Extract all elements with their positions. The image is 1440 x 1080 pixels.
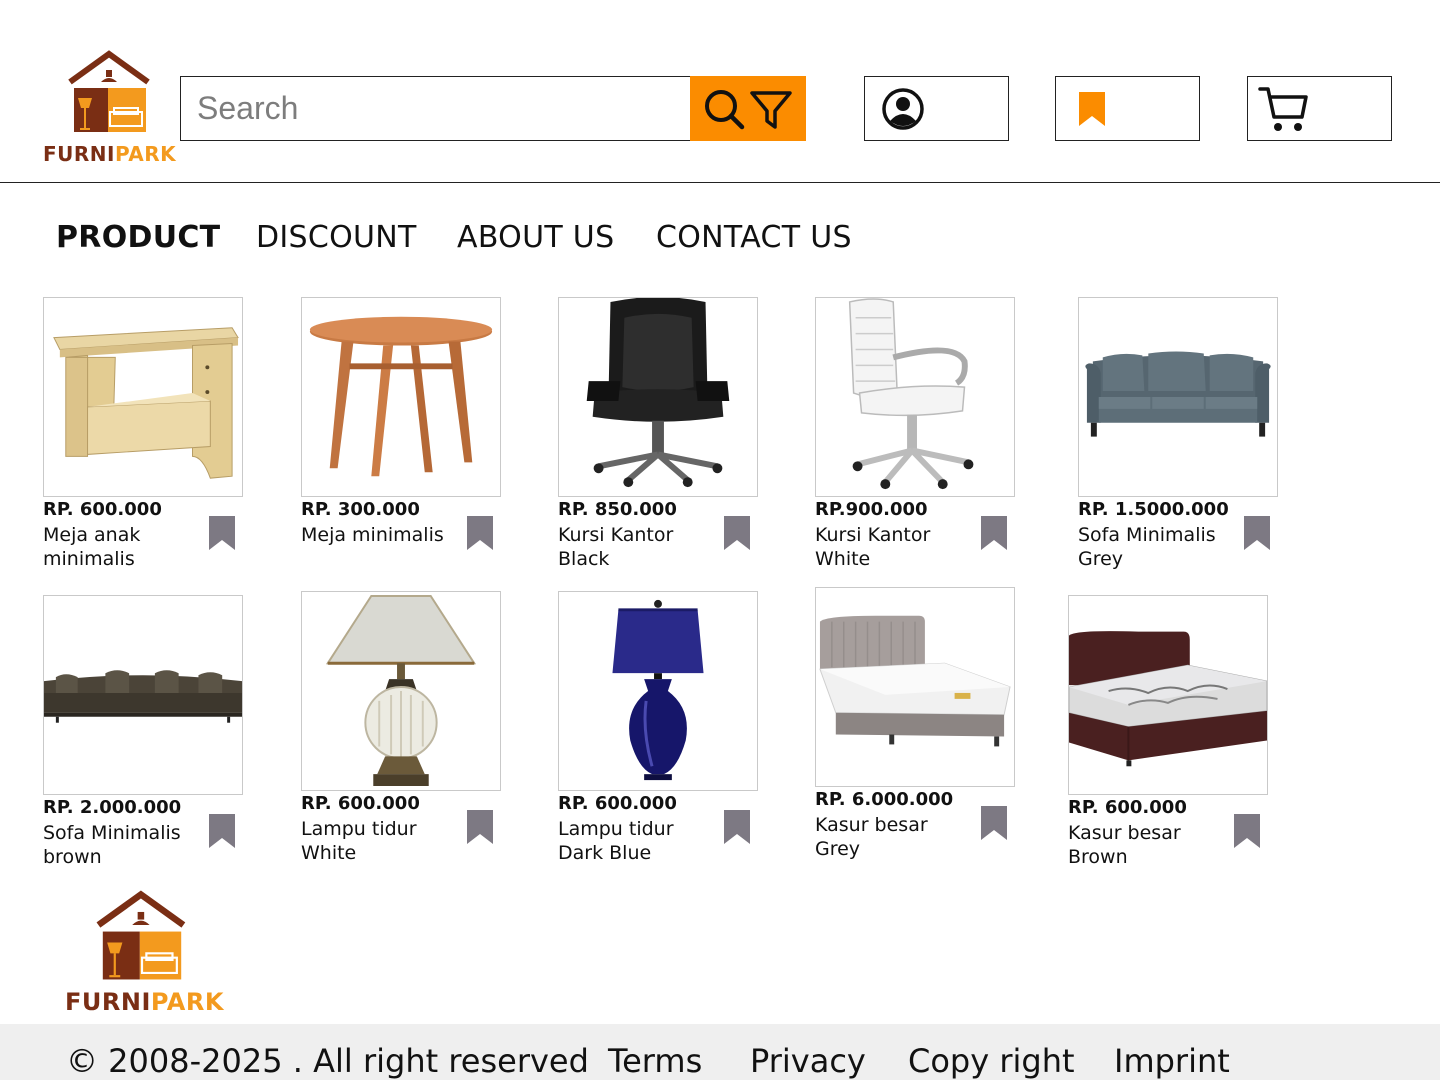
search-input[interactable] (181, 77, 689, 140)
bookmark-icon[interactable] (723, 809, 751, 845)
blue-lamp-image (612, 599, 704, 781)
product-name[interactable]: Lampu tidur White (301, 817, 461, 865)
white-lamp-image (325, 594, 477, 787)
bookmark-icon[interactable] (208, 515, 236, 551)
cart-button[interactable] (1247, 76, 1392, 141)
bookmark-icon[interactable] (980, 805, 1008, 841)
product-price: RP. 600.000 (43, 499, 162, 520)
product-image[interactable] (558, 591, 758, 791)
filter-icon (750, 90, 792, 129)
nav-contact-us[interactable]: CONTACT US (656, 220, 852, 255)
footer-link-copyright[interactable]: Copy right (908, 1042, 1075, 1080)
bookmark-icon[interactable] (466, 809, 494, 845)
nav-about-us[interactable]: ABOUT US (457, 220, 614, 255)
house-logo-icon (96, 890, 186, 980)
white-office-chair-image (848, 298, 974, 490)
round-table-image (309, 316, 493, 477)
copyright-text: © 2008-2025 . All right reserved (66, 1042, 589, 1080)
brown-bed-image (1069, 631, 1267, 767)
bookmark-icon (1079, 92, 1105, 126)
brand-wordmark: FURNIPARK (43, 142, 177, 166)
grey-bed-image (819, 615, 1011, 747)
product-name[interactable]: Sofa Minimalis Grey (1078, 523, 1238, 571)
product-name[interactable]: Meja anak minimalis (43, 523, 203, 571)
product-price: RP. 6.000.000 (815, 789, 954, 810)
product-price: RP.900.000 (815, 499, 928, 520)
search-filter-button[interactable] (690, 76, 806, 141)
footer: © 2008-2025 . All right reserved Terms P… (0, 1024, 1440, 1080)
product-image[interactable] (815, 297, 1015, 497)
bookmark-icon[interactable] (1243, 515, 1271, 551)
bookmark-icon[interactable] (1233, 813, 1261, 849)
product-price: RP. 850.000 (558, 499, 677, 520)
search-bar (180, 76, 806, 141)
bookmark-icon[interactable] (466, 515, 494, 551)
brand-wordmark: FURNIPARK (65, 988, 224, 1016)
header-divider (0, 182, 1440, 183)
product-image[interactable] (301, 591, 501, 791)
product-name[interactable]: Kasur besar Grey (815, 813, 975, 861)
brown-sofa-image (44, 670, 242, 723)
footer-brand-logo[interactable]: FURNIPARK (62, 888, 224, 1022)
account-button[interactable] (864, 76, 1009, 141)
product-name[interactable]: Sofa Minimalis brown (43, 821, 203, 869)
black-office-chair-image (586, 298, 730, 488)
account-icon (882, 88, 924, 130)
product-name[interactable]: Meja minimalis (301, 523, 461, 547)
bookmark-icon[interactable] (208, 813, 236, 849)
product-price: RP. 1.5000.000 (1078, 499, 1229, 520)
nav-product[interactable]: PRODUCT (56, 220, 220, 255)
brand-logo[interactable]: FURNIPARK (40, 48, 180, 168)
product-image[interactable] (558, 297, 758, 497)
product-image[interactable] (43, 297, 243, 497)
footer-link-terms[interactable]: Terms (608, 1042, 702, 1080)
footer-link-imprint[interactable]: Imprint (1114, 1042, 1230, 1080)
product-price: RP. 2.000.000 (43, 797, 182, 818)
product-name[interactable]: Kursi Kantor White (815, 523, 975, 571)
product-price: RP. 600.000 (1068, 797, 1187, 818)
product-name[interactable]: Kursi Kantor Black (558, 523, 718, 571)
nav-discount[interactable]: DISCOUNT (256, 220, 417, 255)
grey-sofa-image (1085, 351, 1271, 437)
product-price: RP. 600.000 (301, 793, 420, 814)
footer-link-privacy[interactable]: Privacy (750, 1042, 866, 1080)
product-name[interactable]: Kasur besar Brown (1068, 821, 1228, 869)
product-price: RP. 600.000 (558, 793, 677, 814)
product-name[interactable]: Lampu tidur Dark Blue (558, 817, 718, 865)
house-logo-icon (68, 50, 150, 132)
product-image[interactable] (43, 595, 243, 795)
bookmark-button[interactable] (1055, 76, 1200, 141)
bookmark-icon[interactable] (980, 515, 1008, 551)
kids-table-image (53, 327, 239, 479)
product-image[interactable] (301, 297, 501, 497)
product-image[interactable] (1078, 297, 1278, 497)
product-image[interactable] (1068, 595, 1268, 795)
cart-icon (1258, 87, 1308, 131)
search-icon (705, 89, 745, 129)
bookmark-icon[interactable] (723, 515, 751, 551)
product-image[interactable] (815, 587, 1015, 787)
product-price: RP. 300.000 (301, 499, 420, 520)
